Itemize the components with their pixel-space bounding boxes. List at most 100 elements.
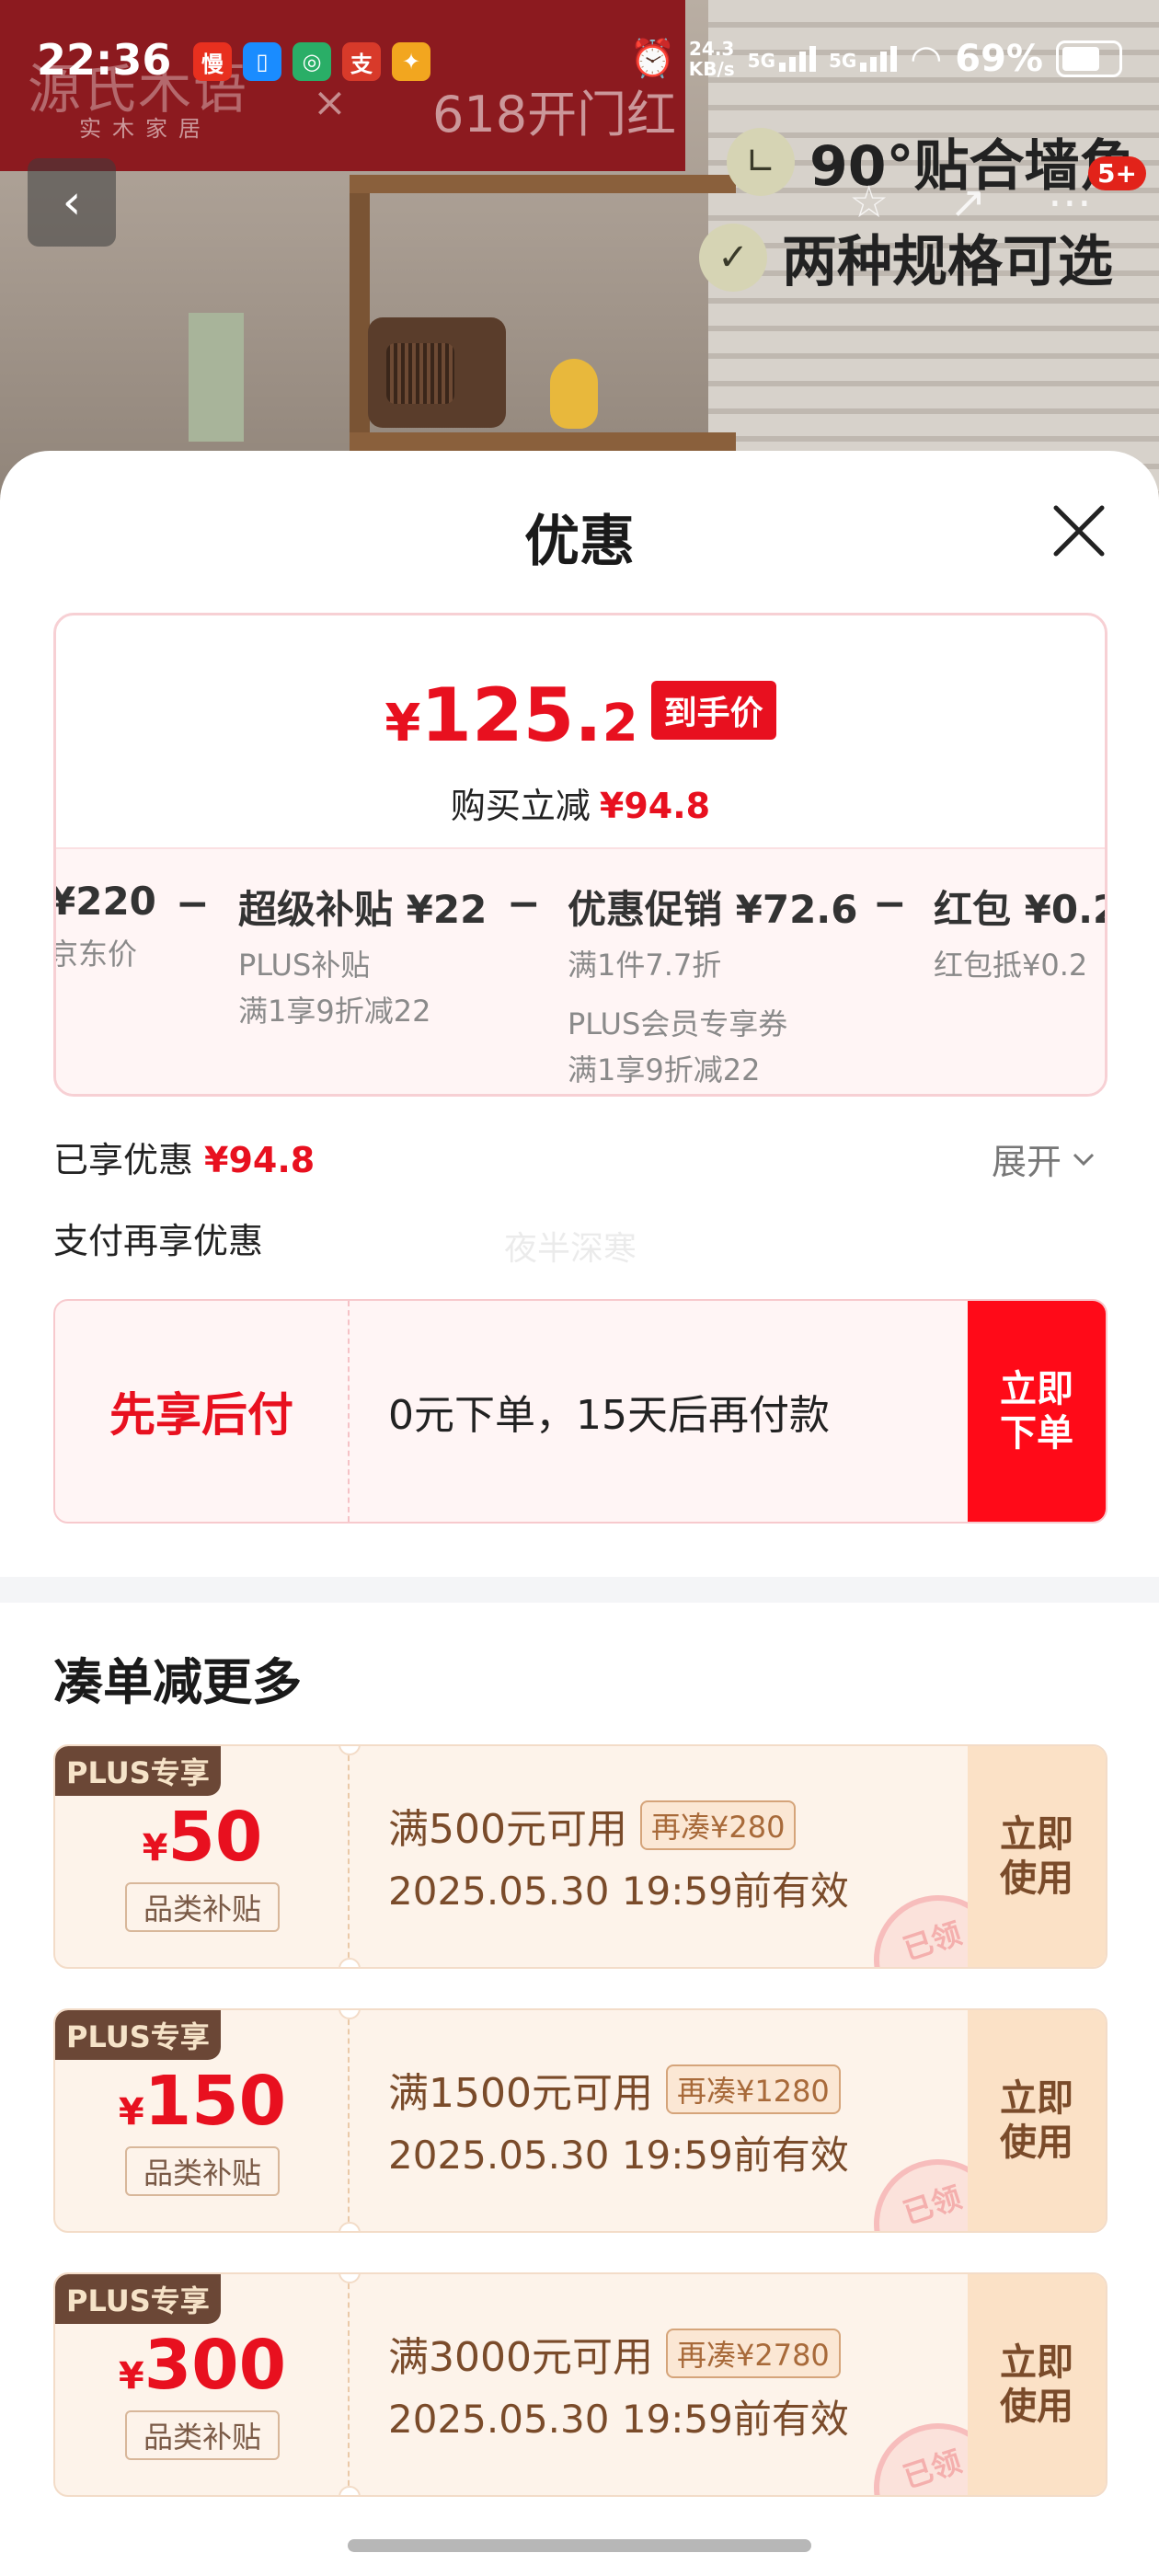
breakdown-sub: 红包抵¥0.2 — [934, 948, 1088, 983]
coupon-amount: ¥150 — [55, 2062, 350, 2141]
breakdown-promotion: 优惠促销 ¥72.6 满1件7.7折 PLUS会员专享券 满1享9折减22 — [568, 879, 857, 1089]
sheet-title: 优惠 — [524, 510, 635, 574]
breakdown-sub: 满1享9折减22 — [568, 1052, 761, 1087]
shelf-board-middle — [350, 432, 736, 451]
close-icon[interactable] — [1047, 499, 1111, 563]
use-now-button[interactable]: 立即使用 — [968, 2010, 1106, 2231]
section-divider — [0, 1577, 1159, 1603]
coupon-amount: ¥300 — [55, 2326, 350, 2405]
expand-label: 展开 — [992, 1142, 1062, 1182]
breakdown-red-packet: 红包 ¥0.2 红包抵¥0.2 — [934, 879, 1107, 984]
enjoyed-discount-value: ¥94.8 — [204, 1140, 316, 1180]
app-notification-icon: 支 — [342, 42, 381, 81]
coupon-tag: PLUS专享 — [55, 1746, 221, 1796]
home-indicator[interactable] — [348, 2539, 811, 2552]
breakdown-sub: 满1件7.7折 — [568, 948, 722, 983]
breakdown-sub: 京东价 — [53, 937, 138, 972]
coupon-condition-text: 满3000元可用 — [388, 2334, 653, 2381]
notification-icons: 慢 ▯ ◎ 支 ✦ — [193, 42, 430, 81]
coupon-amount: ¥50 — [55, 1798, 350, 1877]
book-decor — [189, 313, 244, 442]
price-breakdown[interactable]: ¥220 京东价 − 超级补贴 ¥22 PLUS补贴 满1享9折减22 − 优惠… — [56, 847, 1107, 1094]
enjoyed-discount: 已享优惠 ¥94.8 — [53, 1132, 315, 1182]
network-speed-unit: KB/s — [688, 57, 735, 80]
price-currency: ¥ — [384, 694, 421, 753]
wifi-icon: ◠ — [910, 37, 943, 80]
coupon-label: 品类补贴 — [125, 1882, 280, 1932]
coupon-card[interactable]: PLUS专享 ¥50 品类补贴 满500元可用 再凑¥280 2025.05.30… — [53, 1744, 1107, 1969]
status-right: ⏰ 24.3 KB/s 5G 5G ◠ 69% — [630, 37, 1122, 80]
network-speed-value: 24.3 — [689, 37, 735, 60]
breakdown-sub: PLUS补贴 — [238, 948, 371, 983]
final-price-tag: 到手价 — [650, 681, 776, 740]
top-actions: ☆ ↗ ⋯ — [819, 156, 1122, 248]
status-bar: 22:36 慢 ▯ ◎ 支 ✦ ⏰ 24.3 KB/s 5G 5G ◠ 69% — [0, 0, 1159, 120]
coupon-currency: ¥ — [142, 1827, 168, 1869]
enjoyed-discount-label: 已享优惠 — [53, 1140, 194, 1180]
order-now-button[interactable]: 立即下单 — [968, 1301, 1106, 1522]
breakdown-sub: 满1享9折减22 — [238, 994, 431, 1029]
use-now-button[interactable]: 立即使用 — [968, 2274, 1106, 2495]
instant-discount: 购买立减 ¥94.8 — [56, 777, 1105, 828]
coupon-condition: 满500元可用 再凑¥280 — [388, 1796, 797, 1855]
minus-sign: − — [507, 880, 541, 927]
coupon-add-more: 再凑¥1280 — [665, 2064, 841, 2114]
use-now-button[interactable]: 立即使用 — [968, 1746, 1106, 1967]
final-price-block: ¥125.2 到手价 购买立减 ¥94.8 — [56, 615, 1105, 847]
bnpl-description: 0元下单，15天后再付款 — [388, 1392, 830, 1439]
signal-icon: 5G — [829, 45, 898, 72]
instant-discount-label: 购买立减 — [450, 786, 591, 826]
check-icon: ✓ — [699, 223, 767, 292]
coupon-tag: PLUS专享 — [55, 2010, 221, 2060]
final-price: ¥125.2 到手价 — [56, 673, 1105, 758]
breakdown-head: 超级补贴 ¥22 — [238, 887, 488, 932]
more-icon[interactable]: ⋯ — [1048, 177, 1092, 228]
coupon-label: 品类补贴 — [125, 2146, 280, 2196]
alarm-icon: ⏰ — [629, 38, 676, 80]
expand-toggle[interactable]: 展开 — [992, 1133, 1096, 1184]
coupon-amount-value: 50 — [167, 1798, 263, 1877]
watermark: 夜半深寒 — [504, 1230, 637, 1268]
signal-label: 5G — [747, 49, 775, 72]
coupon-currency: ¥ — [118, 2091, 144, 2133]
battery-percent: 69% — [955, 37, 1043, 80]
pay-more-label: 支付再享优惠 — [53, 1221, 264, 1261]
app-notification-icon: ✦ — [392, 42, 430, 81]
corner-icon: ∟ — [727, 127, 795, 196]
toy-decor — [550, 359, 598, 429]
app-notification-icon: 慢 — [193, 42, 232, 81]
coupon-add-more: 再凑¥2780 — [665, 2329, 841, 2378]
instant-discount-value: ¥94.8 — [599, 786, 711, 826]
coupon-currency: ¥ — [118, 2355, 144, 2398]
coupon-card[interactable]: PLUS专享 ¥300 品类补贴 满3000元可用 再凑¥2780 2025.05… — [53, 2272, 1107, 2497]
coupon-tag: PLUS专享 — [55, 2274, 221, 2324]
coupon-condition-text: 满500元可用 — [388, 1806, 627, 1853]
back-button[interactable]: ‹ — [28, 158, 116, 247]
radio-decor — [368, 317, 506, 428]
coupon-add-more: 再凑¥280 — [639, 1800, 797, 1850]
app-notification-icon: ▯ — [243, 42, 281, 81]
coupon-condition: 满1500元可用 再凑¥1280 — [388, 2060, 841, 2119]
coupon-condition-text: 满1500元可用 — [388, 2070, 653, 2117]
coupon-label: 品类补贴 — [125, 2410, 280, 2460]
coupon-validity: 2025.05.30 19:59前有效 — [388, 2133, 849, 2178]
battery-icon — [1056, 40, 1122, 77]
coupon-notch — [339, 2222, 361, 2231]
breakdown-head: 红包 ¥0.2 — [934, 887, 1107, 932]
breakdown-jd-price: ¥220 京东价 — [56, 879, 156, 973]
network-speed: 24.3 KB/s — [689, 39, 735, 79]
coupon-notch — [339, 2486, 361, 2495]
coupon-validity: 2025.05.30 19:59前有效 — [388, 2397, 849, 2442]
coupon-notch — [339, 1958, 361, 1967]
coupon-card[interactable]: PLUS专享 ¥150 品类补贴 满1500元可用 再凑¥1280 2025.05… — [53, 2008, 1107, 2233]
coupon-amount-value: 150 — [143, 2062, 287, 2141]
coupon-validity: 2025.05.30 19:59前有效 — [388, 1869, 849, 1914]
section-title: 凑单减更多 — [53, 1653, 302, 1711]
coupon-amount-value: 300 — [143, 2326, 287, 2405]
favorite-star-icon[interactable]: ☆ — [849, 177, 889, 228]
price-integer: 125. — [420, 673, 602, 758]
bnpl-title: 先享后付 — [55, 1301, 350, 1522]
notification-badge: 5+ — [1088, 156, 1146, 190]
bnpl-card[interactable]: 先享后付 0元下单，15天后再付款 立即下单 — [53, 1299, 1107, 1524]
share-icon[interactable]: ↗ — [949, 177, 986, 228]
